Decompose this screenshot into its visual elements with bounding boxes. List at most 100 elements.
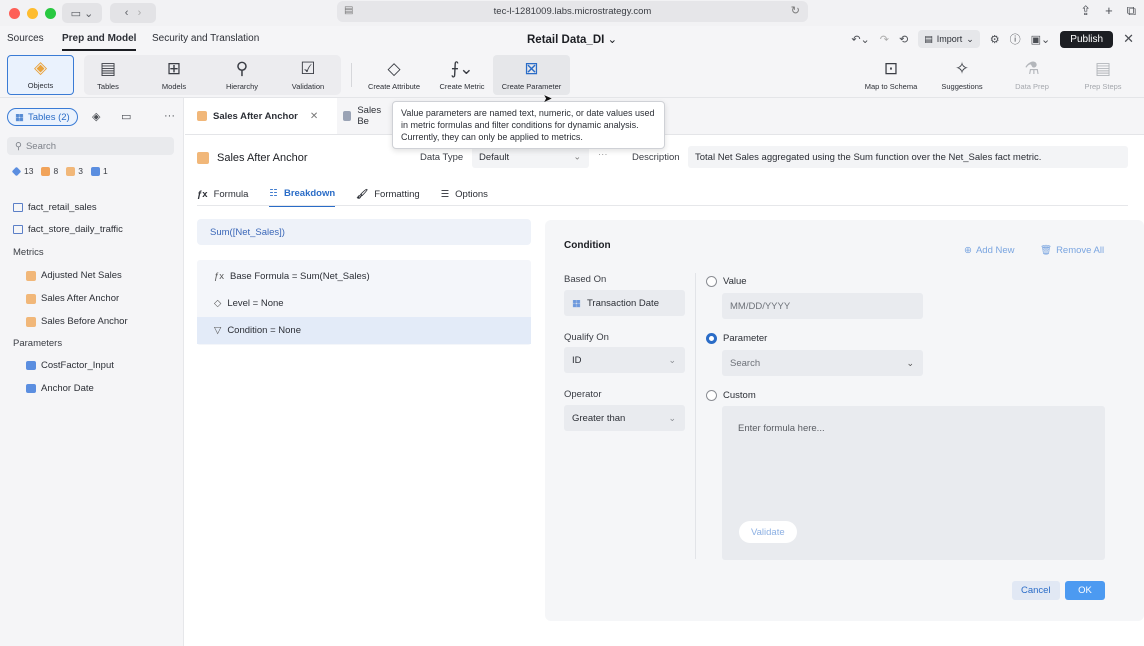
data-type-select[interactable]: Default ⌄	[472, 146, 589, 168]
close-window-button[interactable]	[9, 7, 20, 19]
date-value-input[interactable]: MM/DD/YYYY	[722, 293, 923, 319]
more-options-icon[interactable]: ···	[164, 110, 175, 122]
save-icon[interactable]: ▣⌄	[1031, 33, 1051, 46]
data-type-more-icon[interactable]: ···	[598, 149, 608, 160]
qualify-on-select[interactable]: ID ⌄	[564, 347, 685, 373]
minimize-window-button[interactable]	[27, 7, 38, 19]
sidebar-search-input[interactable]: ⚲ Search	[7, 137, 174, 155]
description-field[interactable]: Total Net Sales aggregated using the Sum…	[688, 146, 1128, 168]
attribute-count[interactable]: 13	[11, 166, 33, 176]
base-formula-row[interactable]: ƒx Base Formula = Sum(Net_Sales)	[197, 263, 531, 290]
tables-button[interactable]: ▤ Tables	[88, 55, 128, 95]
list-item-label: fact_store_daily_traffic	[28, 224, 123, 235]
list-item-label: fact_retail_sales	[28, 202, 97, 213]
metric-name-text[interactable]: Sales After Anchor	[217, 152, 308, 164]
sidebar-item-fact-store-daily-traffic[interactable]: fact_store_daily_traffic	[13, 224, 123, 235]
models-button[interactable]: ⊞ Models	[154, 55, 194, 95]
help-icon[interactable]: ⓘ	[1010, 31, 1021, 47]
reload-icon[interactable]: ↻	[791, 4, 800, 17]
parameter-radio[interactable]: Parameter	[706, 333, 767, 344]
create-parameter-tooltip: Value parameters are named text, numeric…	[392, 101, 665, 149]
fact-count[interactable]: 8	[41, 166, 58, 176]
create-parameter-button[interactable]: ⊠ Create Parameter	[493, 55, 570, 95]
metric-count[interactable]: 3	[66, 166, 83, 176]
refresh-data-icon[interactable]: ⟲	[899, 33, 908, 46]
create-attribute-label: Create Attribute	[367, 82, 421, 91]
tab-sources[interactable]: Sources	[7, 33, 44, 44]
sidebar-item-adjusted-net-sales[interactable]: Adjusted Net Sales	[26, 270, 122, 281]
models-label: Models	[161, 82, 187, 91]
formula-expression[interactable]: Sum([Net_Sales])	[197, 219, 531, 245]
parameter-search-select[interactable]: Search ⌄	[722, 350, 923, 376]
custom-radio[interactable]: Custom	[706, 390, 756, 401]
data-prep-button[interactable]: ⚗ Data Prep	[1012, 55, 1052, 95]
objects-button[interactable]: ◈ Objects	[7, 55, 74, 95]
forward-arrow-icon[interactable]: ›	[138, 7, 142, 19]
import-button[interactable]: ▤ Import ⌄	[918, 30, 980, 48]
sidebar-item-sales-before-anchor[interactable]: Sales Before Anchor	[26, 316, 128, 327]
tab-sales-before-anchor[interactable]: Sales Be	[331, 98, 401, 134]
metrics-section-header[interactable]: Metrics	[13, 247, 44, 258]
condition-row[interactable]: ▽ Condition = None	[197, 317, 531, 344]
share-icon[interactable]: ⇪	[1080, 3, 1091, 19]
based-on-field[interactable]: ▦ Transaction Date	[564, 290, 685, 316]
url-text: tec-l-1281009.labs.microstrategy.com	[493, 6, 652, 17]
history-nav-buttons[interactable]: ‹ ›	[110, 3, 156, 23]
document-title[interactable]: Retail Data_DI ⌄	[527, 32, 617, 46]
back-arrow-icon[interactable]: ‹	[125, 7, 129, 19]
tab-label: Formatting	[374, 189, 420, 200]
parameter-icon	[90, 166, 100, 176]
validation-button[interactable]: ☑ Validation	[286, 55, 330, 95]
new-tab-icon[interactable]: +	[1105, 3, 1113, 19]
import-icon: ▤	[924, 33, 933, 44]
nav-actions: ↶⌄ ↷ ⟲ ▤ Import ⌄ ⚙ ⓘ ▣⌄ Publish ✕	[851, 29, 1144, 49]
tab-label: Formula	[213, 189, 249, 200]
gear-icon[interactable]: ⚙	[990, 33, 1000, 46]
description-label: Description	[632, 152, 680, 163]
suggestions-button[interactable]: ✧ Suggestions	[938, 55, 986, 95]
tab-sales-after-anchor[interactable]: Sales After Anchor ✕	[185, 98, 337, 134]
tab-prep-and-model[interactable]: Prep and Model	[62, 33, 137, 51]
level-row[interactable]: ◇ Level = None	[197, 290, 531, 317]
publish-button[interactable]: Publish	[1060, 30, 1114, 48]
tables-filter-pill[interactable]: ▦ Tables (2)	[7, 108, 78, 126]
cancel-button[interactable]: Cancel	[1012, 581, 1060, 600]
operator-select[interactable]: Greater than ⌄	[564, 405, 685, 431]
sidebar-item-fact-retail-sales[interactable]: fact_retail_sales	[13, 202, 97, 213]
maximize-window-button[interactable]	[45, 7, 56, 19]
tab-label: Options	[455, 189, 488, 200]
sidebar-item-costfactor-input[interactable]: CostFactor_Input	[26, 360, 114, 371]
row-label: Level = None	[227, 298, 284, 309]
value-radio[interactable]: Value	[706, 276, 747, 287]
hierarchy-button[interactable]: ⚲ Hierarchy	[218, 55, 266, 95]
create-attribute-button[interactable]: ◇ Create Attribute	[364, 55, 424, 95]
undo-icon[interactable]: ↶⌄	[851, 33, 869, 46]
folder-icon[interactable]: ▭	[121, 110, 131, 123]
custom-formula-input[interactable]: Enter formula here... Validate	[722, 406, 1105, 560]
tab-security-and-translation[interactable]: Security and Translation	[152, 33, 259, 44]
sidebar-item-anchor-date[interactable]: Anchor Date	[26, 383, 94, 394]
sidebar-item-sales-after-anchor[interactable]: Sales After Anchor	[26, 293, 119, 304]
sidebar-toggle-button[interactable]: ▭ ⌄	[62, 3, 102, 23]
close-icon[interactable]: ✕	[310, 111, 318, 122]
close-icon[interactable]: ✕	[1123, 31, 1134, 47]
operator-value: Greater than	[572, 412, 626, 424]
redo-icon[interactable]: ↷	[880, 33, 889, 46]
objects-filter-icon[interactable]: ◈	[92, 110, 100, 123]
add-new-label: Add New	[975, 245, 1015, 256]
parameter-count[interactable]: 1	[90, 166, 108, 176]
plus-circle-icon: ⊕	[964, 245, 972, 256]
add-new-button[interactable]: ⊕ Add New	[964, 245, 1015, 256]
tabs-overview-icon[interactable]: ⧉	[1127, 3, 1136, 19]
search-icon: ⚲	[15, 140, 22, 152]
address-bar[interactable]: ▤ tec-l-1281009.labs.microstrategy.com ↻	[337, 1, 808, 22]
parameters-section-header[interactable]: Parameters	[13, 338, 62, 349]
prep-steps-button[interactable]: ▤ Prep Steps	[1080, 55, 1126, 95]
ok-button[interactable]: OK	[1065, 581, 1105, 600]
create-metric-button[interactable]: ⨍⌄ Create Metric	[436, 55, 488, 95]
validate-button[interactable]: Validate	[739, 521, 797, 543]
map-to-schema-button[interactable]: ⊡ Map to Schema	[862, 55, 920, 95]
breakdown-tree: ƒx Base Formula = Sum(Net_Sales) ◇ Level…	[197, 260, 531, 345]
hierarchy-icon: ⚲	[235, 59, 249, 78]
remove-all-button[interactable]: 🗑 Remove All	[1040, 245, 1104, 256]
